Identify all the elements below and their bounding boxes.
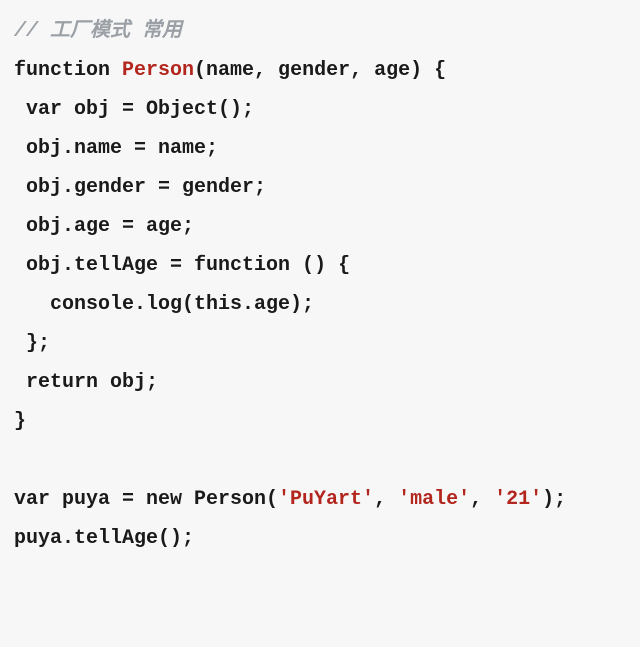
code-line: return obj; (14, 371, 158, 394)
string-literal: 'male' (398, 488, 470, 511)
code-line: }; (14, 332, 50, 355)
code-text: , (470, 488, 494, 511)
code-line: obj.tellAge = function () { (14, 254, 350, 277)
kw-function: function (14, 59, 110, 82)
code-comment: // 工厂模式 常用 (14, 20, 182, 43)
code-line: var obj = Object(); (14, 98, 254, 121)
code-line: puya.tellAge(); (14, 527, 194, 550)
code-line: } (14, 410, 26, 433)
code-text: var puya = new Person( (14, 488, 278, 511)
string-literal: '21' (494, 488, 542, 511)
code-text: ); (542, 488, 566, 511)
code-line: obj.gender = gender; (14, 176, 266, 199)
code-text: , (374, 488, 398, 511)
code-line: console.log(this.age); (14, 293, 314, 316)
code-block: // 工厂模式 常用 function Person(name, gender,… (0, 0, 640, 570)
string-literal: 'PuYart' (278, 488, 374, 511)
fn-name: Person (122, 59, 194, 82)
code-line: obj.name = name; (14, 137, 218, 160)
code-text: (name, gender, age) { (194, 59, 446, 82)
code-line: obj.age = age; (14, 215, 194, 238)
